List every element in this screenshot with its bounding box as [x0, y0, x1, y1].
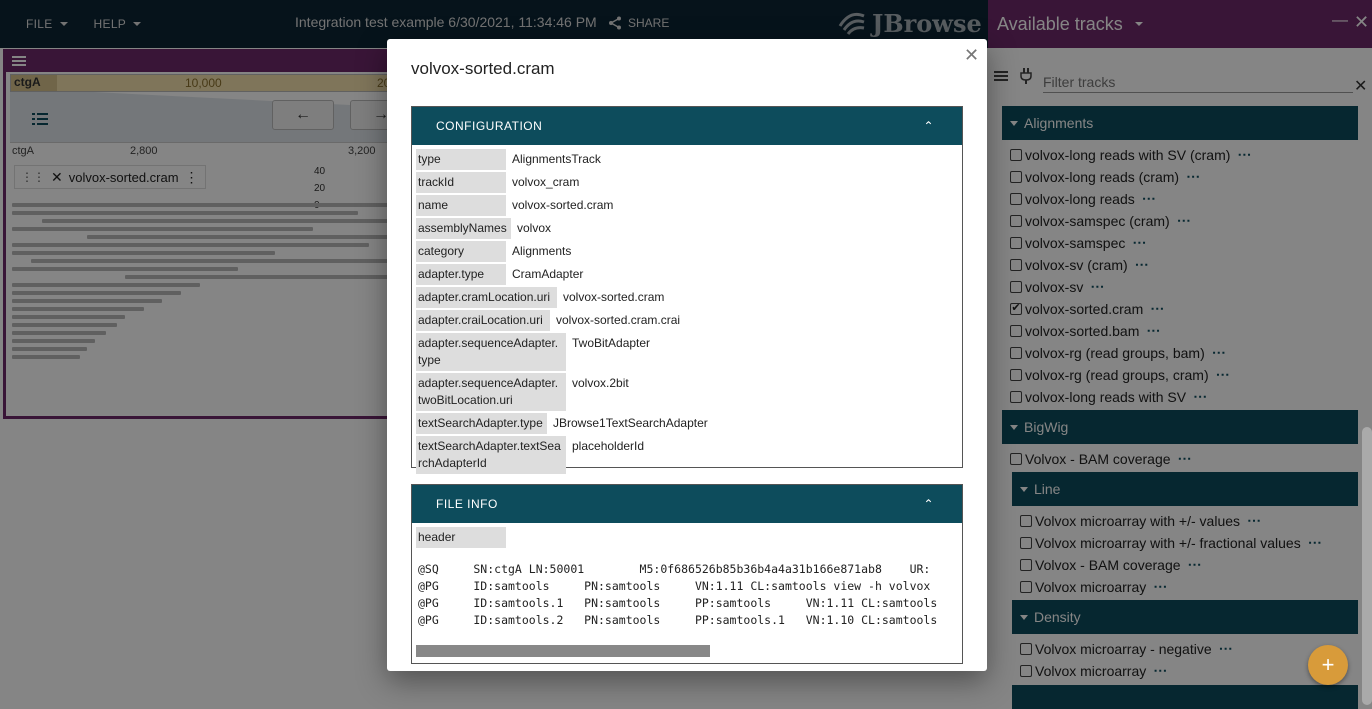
config-row: textSearchAdapter.textSea rchAdapterId pl… — [416, 436, 962, 474]
chevron-up-icon: ⌃ — [923, 119, 934, 133]
config-row: type AlignmentsTrack — [416, 149, 962, 170]
file-info-panel: FILE INFO ⌃ header @SQ SN:ctgA LN:50001 … — [411, 484, 963, 664]
dialog-title: volvox-sorted.cram — [411, 59, 555, 78]
config-key: textSearchAdapter.type — [416, 413, 547, 434]
config-table: type AlignmentsTrack trackId volvox_cram n… — [412, 145, 962, 474]
config-value: volvox.2bit — [572, 376, 629, 390]
file-info-content: header @SQ SN:ctgA LN:50001 M5:0f686526b… — [412, 523, 962, 629]
config-row: adapter.type CramAdapter — [416, 264, 962, 285]
config-value: Alignments — [512, 244, 572, 258]
about-track-dialog: volvox-sorted.cram ✕ CONFIGURATION ⌃ typ… — [387, 39, 987, 671]
configuration-panel: CONFIGURATION ⌃ type AlignmentsTrack trac… — [411, 106, 963, 474]
file-info-row: header — [416, 527, 962, 548]
config-key: adapter.sequenceAdapter. type — [416, 333, 566, 371]
config-key: type — [416, 149, 506, 170]
config-value: CramAdapter — [512, 267, 584, 281]
config-value: volvox-sorted.cram.crai — [556, 313, 681, 327]
configuration-panel-header[interactable]: CONFIGURATION ⌃ — [412, 107, 962, 145]
close-icon[interactable]: ✕ — [964, 45, 979, 66]
config-row: adapter.craiLocation.uri volvox-sorted.cr… — [416, 310, 962, 331]
config-key: category — [416, 241, 506, 262]
config-key: assemblyNames — [416, 218, 511, 239]
add-fab-button[interactable]: + — [1308, 645, 1348, 685]
config-key: adapter.cramLocation.uri — [416, 287, 557, 308]
config-value: TwoBitAdapter — [572, 336, 651, 350]
header-line: @PG ID:samtools.1 PN:samtools PP:samtool… — [418, 596, 938, 610]
config-key: trackId — [416, 172, 506, 193]
config-row: category Alignments — [416, 241, 962, 262]
config-row: assemblyNames volvox — [416, 218, 962, 239]
config-key: adapter.craiLocation.uri — [416, 310, 550, 331]
header-line: @SQ SN:ctgA LN:50001 M5:0f686526b85b36b4… — [418, 562, 931, 576]
config-value: volvox-sorted.cram — [512, 198, 614, 212]
config-row: adapter.sequenceAdapter. twoBitLocation.… — [416, 373, 962, 411]
header-line: @PG ID:samtools.2 PN:samtools PP:samtool… — [418, 613, 938, 627]
file-info-panel-header[interactable]: FILE INFO ⌃ — [412, 485, 962, 523]
config-row: adapter.sequenceAdapter. type TwoBitAdapt… — [416, 333, 962, 371]
panel-header-label: FILE INFO — [436, 497, 498, 511]
config-value: JBrowse1TextSearchAdapter — [553, 416, 708, 430]
config-value: volvox-sorted.cram — [563, 290, 665, 304]
config-value: AlignmentsTrack — [512, 152, 601, 166]
header-line: @PG ID:samtools PN:samtools VN:1.11 CL:s… — [418, 579, 931, 593]
config-row: textSearchAdapter.type JBrowse1TextSearch… — [416, 413, 962, 434]
config-row: trackId volvox_cram — [416, 172, 962, 193]
config-value: volvox_cram — [512, 175, 580, 189]
config-key: adapter.sequenceAdapter. twoBitLocation.… — [416, 373, 566, 411]
config-key: name — [416, 195, 506, 216]
config-row: name volvox-sorted.cram — [416, 195, 962, 216]
file-info-key: header — [416, 527, 506, 548]
chevron-up-icon: ⌃ — [923, 497, 934, 511]
drawer-scrollbar[interactable] — [1362, 427, 1372, 705]
horizontal-scrollbar[interactable] — [416, 645, 710, 657]
config-key: textSearchAdapter.textSea rchAdapterId — [416, 436, 566, 474]
config-value: placeholderId — [572, 439, 645, 453]
panel-header-label: CONFIGURATION — [436, 119, 543, 133]
config-key: adapter.type — [416, 264, 506, 285]
header-text-block[interactable]: @SQ SN:ctgA LN:50001 M5:0f686526b85b36b4… — [418, 561, 960, 629]
config-value: volvox — [517, 221, 552, 235]
plus-icon: + — [1321, 652, 1335, 677]
config-row: adapter.cramLocation.uri volvox-sorted.cr… — [416, 287, 962, 308]
